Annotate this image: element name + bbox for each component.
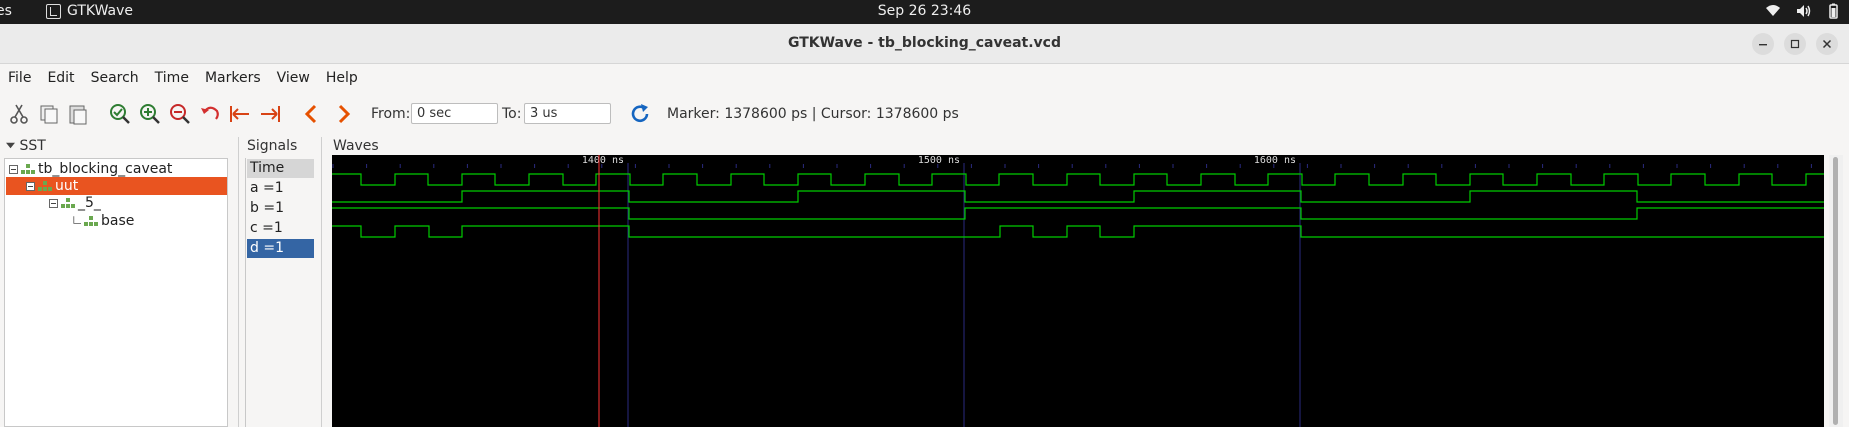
menu-view[interactable]: View [269,70,318,86]
signal-trace [332,225,1824,238]
time-label: 1400 ns [582,155,624,166]
menu-bar: File Edit Search Time Markers View Help [0,64,1849,92]
menu-edit[interactable]: Edit [39,70,82,86]
tree-item-label: _5_ [78,195,101,211]
cut-icon[interactable] [7,102,31,126]
waveform-plot[interactable]: 1400 ns 1500 ns 1600 ns [332,155,1824,427]
signals-header: Signals [247,138,298,154]
signals-pane: Signals Time a =1 b =1 c =1 d =1 [245,137,317,427]
window-titlebar: GTKWave - tb_blocking_caveat.vcd [0,24,1849,64]
sst-pane: SST tb_blocking_caveat uut _5_ base [0,137,232,427]
undo-icon[interactable] [198,102,222,126]
wifi-icon[interactable] [1765,3,1781,19]
signal-row-time[interactable]: Time [247,159,314,178]
tree-branch-icon [73,216,81,224]
system-tray[interactable] [1765,3,1841,19]
wave-vertical-scrollbar[interactable] [1829,155,1843,427]
from-input[interactable]: 0 sec [411,103,498,124]
waves-pane: Waves 1400 ns 1500 ns 1600 ns [329,137,1849,427]
menu-search[interactable]: Search [83,70,147,86]
module-icon [84,216,98,226]
sst-title: SST [19,138,46,154]
battery-icon[interactable] [1825,3,1841,19]
volume-icon[interactable] [1795,3,1811,19]
signal-list: Time a =1 b =1 c =1 d =1 [245,158,315,427]
tree-item-_5_[interactable]: _5_ [49,194,101,212]
time-label: 1600 ns [1254,155,1296,166]
signal-trace [332,207,1824,220]
app-name: GTKWave [67,3,134,19]
zoom-fit-icon[interactable] [108,102,132,126]
paste-icon[interactable] [66,102,90,126]
clock[interactable]: Sep 26 23:46 [0,3,1849,19]
close-icon[interactable] [1816,33,1838,55]
goto-end-icon[interactable] [258,102,282,126]
next-edge-icon[interactable] [331,102,355,126]
tree-item-uut[interactable]: uut [6,177,227,195]
expander-icon[interactable] [9,164,18,174]
window-title: GTKWave - tb_blocking_caveat.vcd [787,35,1062,51]
module-icon [21,164,35,174]
maximize-icon[interactable] [1784,33,1806,55]
signal-row-c[interactable]: c =1 [247,219,314,238]
signal-row-d[interactable]: d =1 [247,239,314,258]
tree-item-label: base [101,213,135,229]
waves-header: Waves [333,138,379,154]
tree-item-label: tb_blocking_caveat [38,161,173,177]
toolbar: From: 0 sec To: 3 us Marker: 1378600 ps … [0,93,1849,135]
marker-cursor-status: Marker: 1378600 ps | Cursor: 1378600 ps [667,106,959,122]
expander-icon[interactable] [49,198,58,208]
sst-header[interactable]: SST [6,138,46,154]
minimize-icon[interactable] [1752,33,1774,55]
module-icon [38,181,52,191]
system-top-bar: es GTKWave Sep 26 23:46 [0,0,1849,24]
zoom-out-icon[interactable] [168,102,192,126]
menu-file[interactable]: File [0,70,39,86]
waveform-canvas[interactable]: 1400 ns 1500 ns 1600 ns [332,155,1824,427]
pane-divider[interactable] [238,137,239,427]
menu-help[interactable]: Help [318,70,366,86]
time-label: 1500 ns [918,155,960,166]
prev-edge-icon[interactable] [300,102,324,126]
expander-icon[interactable] [26,181,35,191]
tree-item-tb_blocking_caveat[interactable]: tb_blocking_caveat [9,160,219,178]
signal-row-a[interactable]: a =1 [247,179,314,198]
scrollbar-thumb[interactable] [1833,157,1838,425]
goto-start-icon[interactable] [228,102,252,126]
tree-item-label: uut [55,178,79,194]
tree-item-base[interactable]: base [73,212,134,230]
sst-tree: tb_blocking_caveat uut _5_ base [4,158,228,427]
from-label: From: [371,106,411,122]
pane-divider[interactable] [321,137,322,427]
to-input[interactable]: 3 us [524,103,611,124]
app-menu[interactable]: GTKWave [46,3,133,19]
signal-row-b[interactable]: b =1 [247,199,314,218]
gtkwave-app-icon [46,3,61,19]
module-icon [61,198,75,208]
reload-icon[interactable] [628,102,652,126]
to-label: To: [502,106,522,122]
menu-markers[interactable]: Markers [197,70,269,86]
signal-trace [332,173,1824,186]
menu-time[interactable]: Time [147,70,197,86]
signal-trace [332,190,1824,203]
zoom-in-icon[interactable] [138,102,162,126]
collapse-arrow-icon[interactable] [6,141,15,150]
activities-button[interactable]: es [0,3,12,19]
copy-icon[interactable] [37,102,61,126]
